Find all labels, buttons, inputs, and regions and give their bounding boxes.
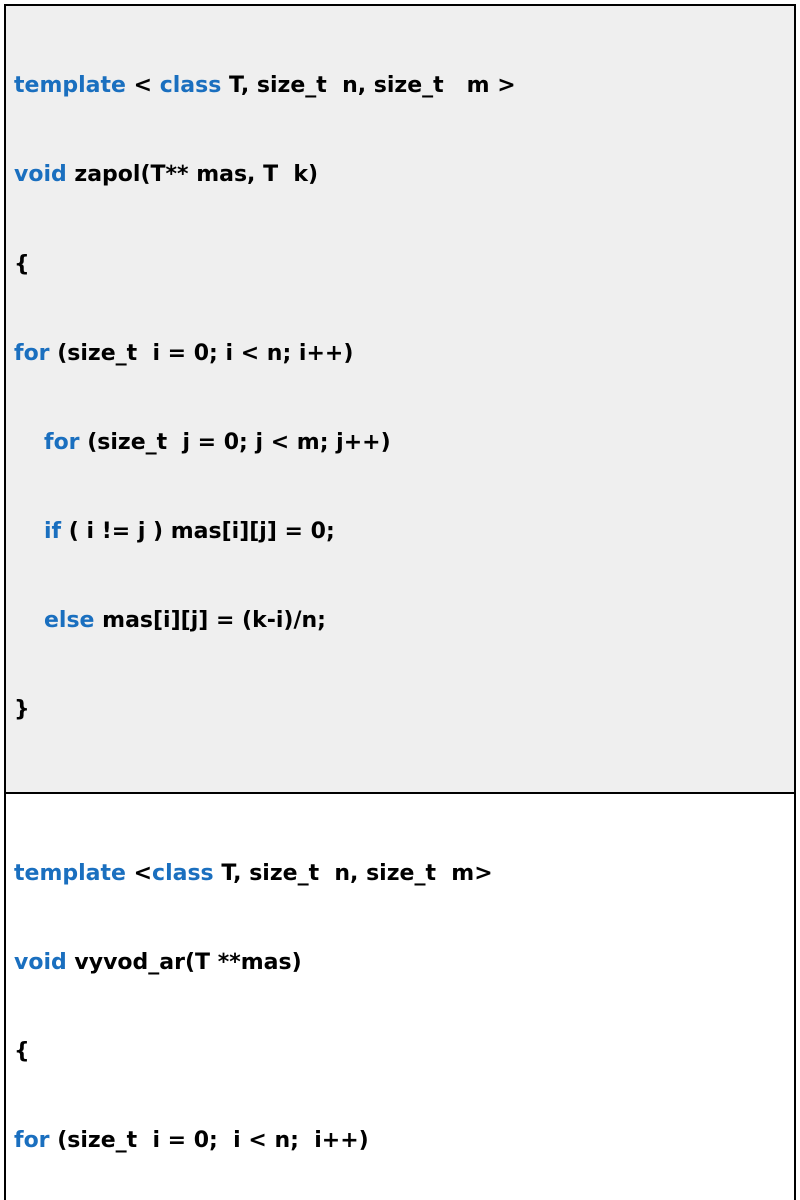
code-line: {: [14, 1037, 786, 1067]
code-line: void zapol(T** mas, T k): [14, 160, 786, 190]
code-line: template < class T, size_t n, size_t m >: [14, 71, 786, 101]
code-line: for (size_t j = 0; j < m; j++): [14, 428, 786, 458]
code-line: {: [14, 250, 786, 280]
keyword-else: else: [44, 608, 102, 633]
keyword-template: template: [14, 861, 134, 886]
code-line: if ( i != j ) mas[i][j] = 0;: [14, 517, 786, 547]
keyword-if: if: [44, 519, 69, 544]
code-line: for (size_t i = 0; i < n; i++): [14, 339, 786, 369]
keyword-class: class: [152, 861, 214, 886]
keyword-void: void: [14, 950, 67, 975]
code-line: }: [14, 695, 786, 725]
code-slide: template < class T, size_t n, size_t m >…: [0, 0, 800, 600]
code-block-1: template < class T, size_t n, size_t m >…: [4, 4, 796, 794]
keyword-for: for: [14, 1128, 57, 1153]
keyword-template: template: [14, 73, 126, 98]
keyword-class: class: [160, 73, 222, 98]
code-line: else mas[i][j] = (k-i)/n;: [14, 606, 786, 636]
keyword-void: void: [14, 162, 67, 187]
code-line: for (size_t i = 0; i < n; i++): [14, 1126, 786, 1156]
code-line: template <class T, size_t n, size_t m>: [14, 859, 786, 889]
code-line: void vyvod_ar(T **mas): [14, 948, 786, 978]
code-block-2: template <class T, size_t n, size_t m> v…: [4, 792, 796, 1200]
keyword-for: for: [44, 430, 87, 455]
keyword-for: for: [14, 341, 57, 366]
